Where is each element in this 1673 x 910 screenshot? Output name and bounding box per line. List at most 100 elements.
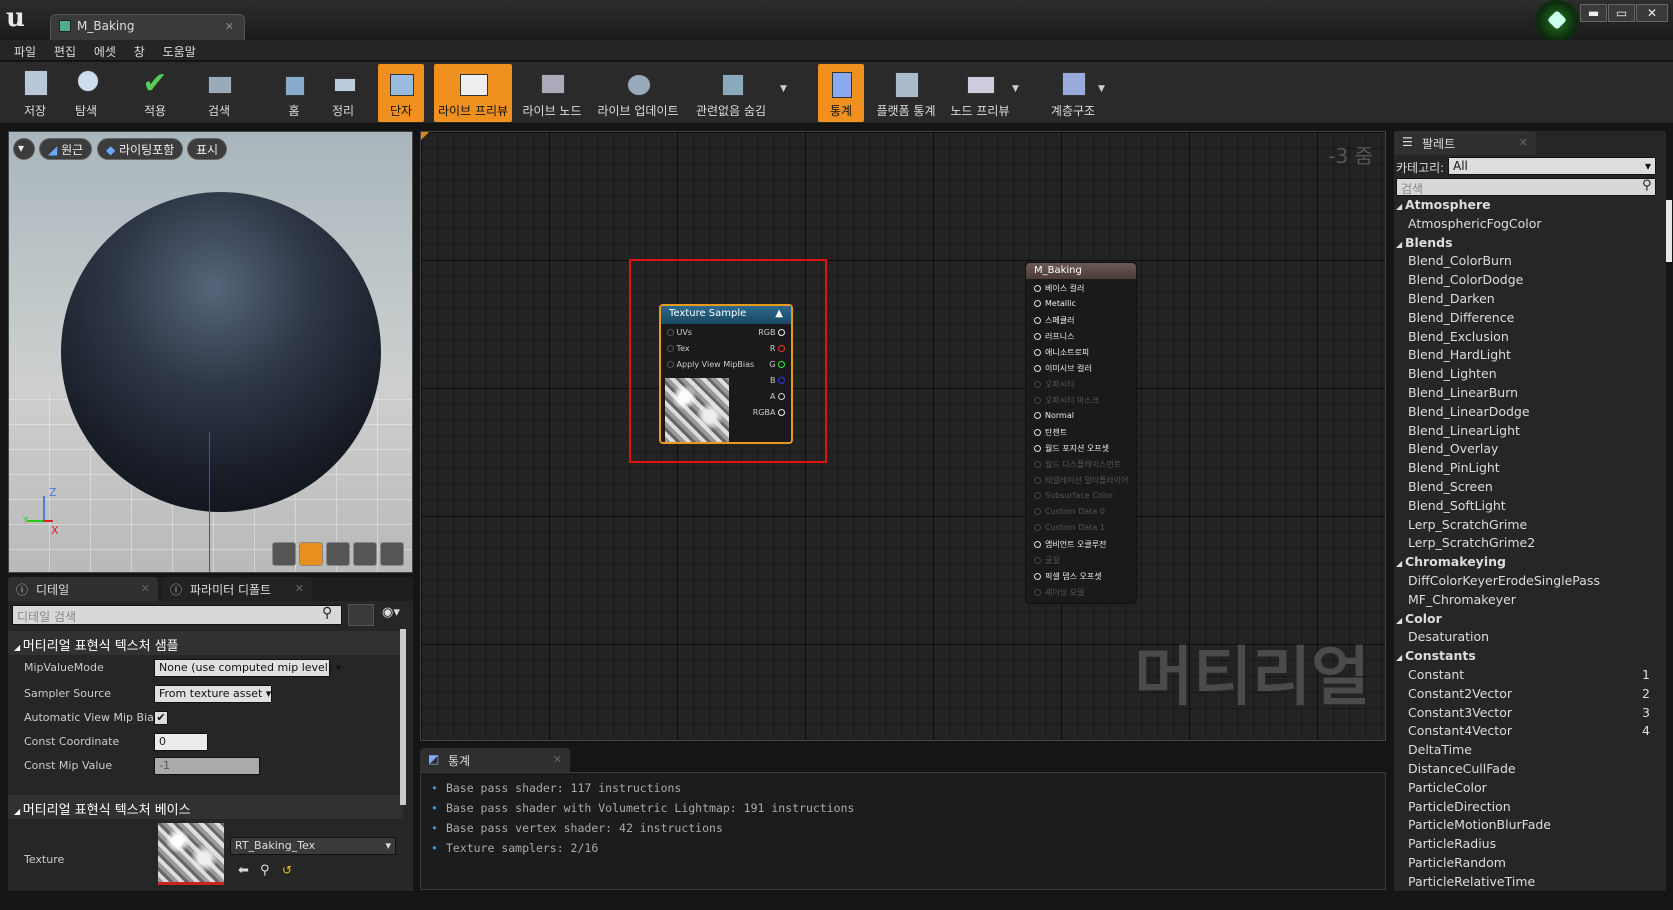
show-button[interactable]: 표시 (187, 138, 228, 160)
texture-asset-dropdown[interactable]: RT_Baking_Tex ▾ (230, 837, 396, 855)
viewport-options-button[interactable]: ▾ (13, 138, 35, 160)
material-input-pin[interactable]: 베이스 컬러 (1034, 283, 1084, 294)
tab-details[interactable]: ⓘ 디테일 ✕ (8, 577, 158, 601)
menu-asset[interactable]: 에셋 (80, 40, 116, 60)
palette-category[interactable]: Color (1394, 611, 1652, 630)
palette-scrollbar[interactable] (1666, 200, 1672, 262)
palette-item[interactable]: Blend_PinLight (1394, 460, 1652, 479)
palette-item[interactable]: Blend_LinearLight (1394, 423, 1652, 442)
chevron-down-icon[interactable]: ▼ (780, 84, 787, 94)
material-input-pin[interactable]: 스페큘러 (1034, 315, 1074, 326)
browse-magnifier-icon[interactable]: ⚲ (260, 863, 270, 878)
details-scrollbar[interactable] (400, 629, 406, 805)
minimize-button[interactable]: ▬ (1580, 4, 1607, 22)
palette-item[interactable]: ParticleMotionBlurFade (1394, 817, 1652, 836)
notification-badge-icon[interactable] (1532, 0, 1582, 42)
output-pin-a[interactable]: A (770, 392, 785, 401)
palette-item[interactable]: Blend_Overlay (1394, 441, 1652, 460)
palette-item[interactable]: MF_Chromakeyer (1394, 592, 1652, 611)
palette-category[interactable]: Blends (1394, 235, 1652, 254)
material-result-node-header[interactable]: M_Baking (1026, 263, 1136, 279)
live-update-button[interactable]: 라이브 업데이트 (596, 64, 680, 122)
palette-item[interactable]: ParticleDirection (1394, 799, 1652, 818)
platform-stats-button[interactable]: 플랫폼 통계 (874, 64, 938, 122)
material-input-pin[interactable]: Custom Data 1 (1034, 523, 1105, 532)
cube-preview-icon[interactable] (353, 542, 377, 566)
connectors-button[interactable]: 단자 (378, 64, 424, 122)
palette-item[interactable]: Lerp_ScratchGrime2 (1394, 535, 1652, 554)
menu-file[interactable]: 파일 (0, 40, 36, 60)
preview-viewport[interactable]: ▾ ◢ 원근 ◆ 라이팅포함 표시 Z X Y (8, 131, 413, 573)
material-result-node[interactable]: M_Baking 베이스 컬러 Metallic 스페큘러 러프니스 애니소트로피 이미시… (1025, 262, 1137, 604)
palette-item[interactable]: DiffColorKeyerErodeSinglePass (1394, 573, 1652, 592)
output-pin-rgba[interactable]: RGBA (753, 408, 785, 417)
material-input-pin[interactable]: 앰비언트 오클루전 (1034, 539, 1106, 550)
view-options-grid-icon[interactable] (348, 604, 374, 626)
input-pin-tex[interactable]: Tex (667, 344, 690, 353)
use-selected-arrow-icon[interactable]: ⬅ (238, 863, 249, 878)
live-nodes-button[interactable]: 라이브 노드 (522, 64, 582, 122)
custom-mesh-preview-icon[interactable] (380, 542, 404, 566)
input-pin-apply-view-mipbias[interactable]: Apply View MipBias (667, 360, 754, 369)
perspective-button[interactable]: ◢ 원근 (39, 138, 93, 160)
palette-item[interactable]: DistanceCullFade (1394, 761, 1652, 780)
close-icon[interactable]: ✕ (553, 753, 562, 766)
material-input-pin[interactable]: 러프니스 (1034, 331, 1074, 342)
palette-item[interactable]: ParticleRelativeTime (1394, 874, 1652, 891)
output-pin-b[interactable]: B (770, 376, 785, 385)
save-button[interactable]: 저장 (14, 64, 56, 122)
material-graph[interactable]: -3 줌 머티리얼 Texture Sample ▲ UVs Tex Apply … (420, 131, 1386, 741)
material-input-pin[interactable]: 굴절 (1034, 555, 1060, 566)
tab-parameter-defaults[interactable]: ⓘ 파라미터 디폴트 ✕ (162, 577, 312, 601)
menu-help[interactable]: 도움말 (149, 40, 196, 60)
apply-button[interactable]: ✔ 적용 (134, 64, 176, 122)
details-search-input[interactable]: 디테일 검색 (12, 605, 342, 625)
eye-icon[interactable]: ◉▾ (382, 605, 400, 620)
collapse-triangle-icon[interactable]: ▲ (775, 308, 783, 319)
menu-window[interactable]: 창 (120, 40, 145, 60)
auto-view-mip-checkbox[interactable]: ✔ (154, 711, 168, 725)
palette-item[interactable]: DeltaTime (1394, 742, 1652, 761)
chevron-down-icon[interactable]: ▼ (1098, 84, 1105, 94)
const-coordinate-input[interactable]: 0 (154, 733, 208, 751)
sampler-source-dropdown[interactable]: From texture asset ▾ (154, 685, 272, 703)
palette-item[interactable]: Blend_Exclusion (1394, 329, 1652, 348)
stats-button[interactable]: 통계 (818, 64, 864, 122)
chevron-down-icon[interactable]: ▼ (1012, 84, 1019, 94)
palette-item[interactable]: ParticleRandom (1394, 855, 1652, 874)
material-input-pin[interactable]: 이미시브 컬러 (1034, 363, 1092, 374)
material-input-pin[interactable]: 월드 포지션 오프셋 (1034, 443, 1109, 454)
palette-item[interactable]: Blend_SoftLight (1394, 498, 1652, 517)
restore-button[interactable]: ▭ (1608, 4, 1635, 22)
palette-item[interactable]: Blend_Darken (1394, 291, 1652, 310)
lit-button[interactable]: ◆ 라이팅포함 (97, 138, 184, 160)
palette-category[interactable]: Constants (1394, 648, 1652, 667)
palette-item[interactable]: Blend_LinearBurn (1394, 385, 1652, 404)
palette-item[interactable]: Constant2Vector 2 (1394, 686, 1652, 705)
palette-item[interactable]: Blend_ColorDodge (1394, 272, 1652, 291)
browse-button[interactable]: 탐색 (62, 64, 110, 122)
reset-arrow-icon[interactable]: ↺ (282, 863, 292, 877)
menu-edit[interactable]: 편집 (40, 40, 76, 60)
node-preview-button[interactable]: 노드 프리뷰 (948, 64, 1012, 122)
material-input-pin[interactable]: 테셀레이션 멀티플라이어 (1034, 475, 1129, 486)
material-input-pin[interactable]: Metallic (1034, 299, 1076, 308)
palette-item[interactable]: Desaturation (1394, 629, 1652, 648)
palette-item[interactable]: Constant3Vector 3 (1394, 705, 1652, 724)
const-mip-value-input[interactable]: -1 (154, 757, 260, 775)
palette-item[interactable]: AtmosphericFogColor (1394, 216, 1652, 235)
category-texture-base[interactable]: ◢ 머티리얼 표현식 텍스처 베이스 (8, 795, 403, 819)
material-input-pin[interactable]: 오파시티 마스크 (1034, 395, 1099, 406)
palette-item[interactable]: ParticleRadius (1394, 836, 1652, 855)
palette-category[interactable]: Chromakeying (1394, 554, 1652, 573)
material-input-pin[interactable]: 월드 디스플레이스먼트 (1034, 459, 1121, 470)
input-pin-uvs[interactable]: UVs (667, 328, 692, 337)
palette-item[interactable]: Blend_Screen (1394, 479, 1652, 498)
clean-up-button[interactable]: 정리 (322, 64, 364, 122)
close-tab-icon[interactable]: ✕ (225, 20, 234, 33)
palette-item[interactable]: Constant 1 (1394, 667, 1652, 686)
palette-item[interactable]: Blend_HardLight (1394, 347, 1652, 366)
palette-category[interactable]: Atmosphere (1394, 197, 1652, 216)
output-pin-g[interactable]: G (769, 360, 785, 369)
home-button[interactable]: 홈 (274, 64, 314, 122)
